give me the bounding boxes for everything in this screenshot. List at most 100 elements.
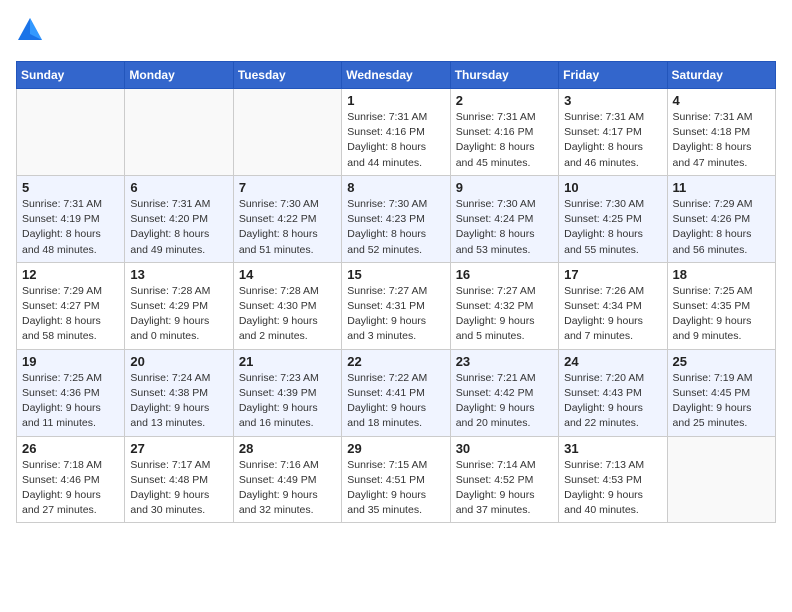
calendar-cell: 27 Sunrise: 7:17 AM Sunset: 4:48 PM Dayli…	[125, 436, 233, 523]
day-info: Sunrise: 7:15 AM Sunset: 4:51 PM Dayligh…	[347, 458, 444, 519]
page-header	[16, 16, 776, 49]
day-info: Sunrise: 7:26 AM Sunset: 4:34 PM Dayligh…	[564, 284, 661, 345]
day-info: Sunrise: 7:31 AM Sunset: 4:20 PM Dayligh…	[130, 197, 227, 258]
day-number: 21	[239, 354, 336, 369]
calendar-cell: 10 Sunrise: 7:30 AM Sunset: 4:25 PM Dayli…	[559, 175, 667, 262]
day-info: Sunrise: 7:28 AM Sunset: 4:29 PM Dayligh…	[130, 284, 227, 345]
calendar-cell	[17, 89, 125, 176]
day-info: Sunrise: 7:13 AM Sunset: 4:53 PM Dayligh…	[564, 458, 661, 519]
weekday-header: Saturday	[667, 62, 775, 89]
calendar-week-row: 5Sunrise: 7:31 AM Sunset: 4:19 PM Daylig…	[17, 175, 776, 262]
day-info: Sunrise: 7:21 AM Sunset: 4:42 PM Dayligh…	[456, 371, 553, 432]
calendar-cell: 15 Sunrise: 7:27 AM Sunset: 4:31 PM Dayli…	[342, 262, 450, 349]
calendar-table: SundayMondayTuesdayWednesdayThursdayFrid…	[16, 61, 776, 523]
day-number: 7	[239, 180, 336, 195]
day-number: 26	[22, 441, 119, 456]
calendar-cell: 5Sunrise: 7:31 AM Sunset: 4:19 PM Daylig…	[17, 175, 125, 262]
logo-icon	[16, 16, 44, 49]
weekday-header: Sunday	[17, 62, 125, 89]
day-info: Sunrise: 7:25 AM Sunset: 4:36 PM Dayligh…	[22, 371, 119, 432]
calendar-cell: 29Sunrise: 7:15 AM Sunset: 4:51 PM Dayli…	[342, 436, 450, 523]
calendar-cell: 31 Sunrise: 7:13 AM Sunset: 4:53 PM Dayli…	[559, 436, 667, 523]
calendar-cell: 17 Sunrise: 7:26 AM Sunset: 4:34 PM Dayli…	[559, 262, 667, 349]
day-number: 4	[673, 93, 770, 108]
day-number: 20	[130, 354, 227, 369]
calendar-cell: 12 Sunrise: 7:29 AM Sunset: 4:27 PM Dayli…	[17, 262, 125, 349]
calendar-cell: 8 Sunrise: 7:30 AM Sunset: 4:23 PM Daylig…	[342, 175, 450, 262]
calendar-cell: 22Sunrise: 7:22 AM Sunset: 4:41 PM Dayli…	[342, 349, 450, 436]
calendar-cell: 11Sunrise: 7:29 AM Sunset: 4:26 PM Dayli…	[667, 175, 775, 262]
day-info: Sunrise: 7:20 AM Sunset: 4:43 PM Dayligh…	[564, 371, 661, 432]
day-info: Sunrise: 7:29 AM Sunset: 4:26 PM Dayligh…	[673, 197, 770, 258]
day-number: 13	[130, 267, 227, 282]
day-number: 24	[564, 354, 661, 369]
day-number: 28	[239, 441, 336, 456]
day-info: Sunrise: 7:30 AM Sunset: 4:25 PM Dayligh…	[564, 197, 661, 258]
day-info: Sunrise: 7:31 AM Sunset: 4:16 PM Dayligh…	[456, 110, 553, 171]
day-number: 9	[456, 180, 553, 195]
day-info: Sunrise: 7:28 AM Sunset: 4:30 PM Dayligh…	[239, 284, 336, 345]
weekday-header: Friday	[559, 62, 667, 89]
day-number: 16	[456, 267, 553, 282]
calendar-cell: 6 Sunrise: 7:31 AM Sunset: 4:20 PM Daylig…	[125, 175, 233, 262]
day-number: 15	[347, 267, 444, 282]
day-info: Sunrise: 7:22 AM Sunset: 4:41 PM Dayligh…	[347, 371, 444, 432]
day-info: Sunrise: 7:30 AM Sunset: 4:23 PM Dayligh…	[347, 197, 444, 258]
day-number: 8	[347, 180, 444, 195]
calendar-cell: 19 Sunrise: 7:25 AM Sunset: 4:36 PM Dayli…	[17, 349, 125, 436]
calendar-cell	[233, 89, 341, 176]
day-number: 27	[130, 441, 227, 456]
calendar-cell: 30Sunrise: 7:14 AM Sunset: 4:52 PM Dayli…	[450, 436, 558, 523]
calendar-cell: 1Sunrise: 7:31 AM Sunset: 4:16 PM Daylig…	[342, 89, 450, 176]
weekday-header: Thursday	[450, 62, 558, 89]
calendar-cell: 2 Sunrise: 7:31 AM Sunset: 4:16 PM Daylig…	[450, 89, 558, 176]
day-number: 3	[564, 93, 661, 108]
day-number: 17	[564, 267, 661, 282]
calendar-cell: 26 Sunrise: 7:18 AM Sunset: 4:46 PM Dayli…	[17, 436, 125, 523]
weekday-header: Monday	[125, 62, 233, 89]
calendar-week-row: 19 Sunrise: 7:25 AM Sunset: 4:36 PM Dayli…	[17, 349, 776, 436]
calendar-week-row: 26 Sunrise: 7:18 AM Sunset: 4:46 PM Dayli…	[17, 436, 776, 523]
day-info: Sunrise: 7:19 AM Sunset: 4:45 PM Dayligh…	[673, 371, 770, 432]
day-info: Sunrise: 7:23 AM Sunset: 4:39 PM Dayligh…	[239, 371, 336, 432]
calendar-cell: 7 Sunrise: 7:30 AM Sunset: 4:22 PM Daylig…	[233, 175, 341, 262]
calendar-cell: 18 Sunrise: 7:25 AM Sunset: 4:35 PM Dayli…	[667, 262, 775, 349]
day-number: 2	[456, 93, 553, 108]
day-info: Sunrise: 7:17 AM Sunset: 4:48 PM Dayligh…	[130, 458, 227, 519]
day-number: 12	[22, 267, 119, 282]
calendar-cell: 20 Sunrise: 7:24 AM Sunset: 4:38 PM Dayli…	[125, 349, 233, 436]
day-number: 31	[564, 441, 661, 456]
day-info: Sunrise: 7:16 AM Sunset: 4:49 PM Dayligh…	[239, 458, 336, 519]
day-info: Sunrise: 7:27 AM Sunset: 4:31 PM Dayligh…	[347, 284, 444, 345]
day-info: Sunrise: 7:25 AM Sunset: 4:35 PM Dayligh…	[673, 284, 770, 345]
day-info: Sunrise: 7:30 AM Sunset: 4:22 PM Dayligh…	[239, 197, 336, 258]
day-number: 10	[564, 180, 661, 195]
day-info: Sunrise: 7:29 AM Sunset: 4:27 PM Dayligh…	[22, 284, 119, 345]
calendar-week-row: 12 Sunrise: 7:29 AM Sunset: 4:27 PM Dayli…	[17, 262, 776, 349]
calendar-cell: 9 Sunrise: 7:30 AM Sunset: 4:24 PM Daylig…	[450, 175, 558, 262]
day-number: 6	[130, 180, 227, 195]
day-info: Sunrise: 7:18 AM Sunset: 4:46 PM Dayligh…	[22, 458, 119, 519]
calendar-cell: 4 Sunrise: 7:31 AM Sunset: 4:18 PM Daylig…	[667, 89, 775, 176]
calendar-cell: 16 Sunrise: 7:27 AM Sunset: 4:32 PM Dayli…	[450, 262, 558, 349]
day-info: Sunrise: 7:31 AM Sunset: 4:16 PM Dayligh…	[347, 110, 444, 171]
logo	[16, 16, 48, 49]
day-number: 30	[456, 441, 553, 456]
calendar-header-row: SundayMondayTuesdayWednesdayThursdayFrid…	[17, 62, 776, 89]
day-number: 19	[22, 354, 119, 369]
calendar-cell	[125, 89, 233, 176]
day-info: Sunrise: 7:27 AM Sunset: 4:32 PM Dayligh…	[456, 284, 553, 345]
calendar-cell: 23 Sunrise: 7:21 AM Sunset: 4:42 PM Dayli…	[450, 349, 558, 436]
day-info: Sunrise: 7:24 AM Sunset: 4:38 PM Dayligh…	[130, 371, 227, 432]
day-info: Sunrise: 7:31 AM Sunset: 4:18 PM Dayligh…	[673, 110, 770, 171]
calendar-cell: 25Sunrise: 7:19 AM Sunset: 4:45 PM Dayli…	[667, 349, 775, 436]
day-number: 5	[22, 180, 119, 195]
day-number: 18	[673, 267, 770, 282]
calendar-cell: 28 Sunrise: 7:16 AM Sunset: 4:49 PM Dayli…	[233, 436, 341, 523]
day-info: Sunrise: 7:30 AM Sunset: 4:24 PM Dayligh…	[456, 197, 553, 258]
day-info: Sunrise: 7:31 AM Sunset: 4:17 PM Dayligh…	[564, 110, 661, 171]
day-number: 14	[239, 267, 336, 282]
day-number: 23	[456, 354, 553, 369]
calendar-cell	[667, 436, 775, 523]
calendar-week-row: 1Sunrise: 7:31 AM Sunset: 4:16 PM Daylig…	[17, 89, 776, 176]
